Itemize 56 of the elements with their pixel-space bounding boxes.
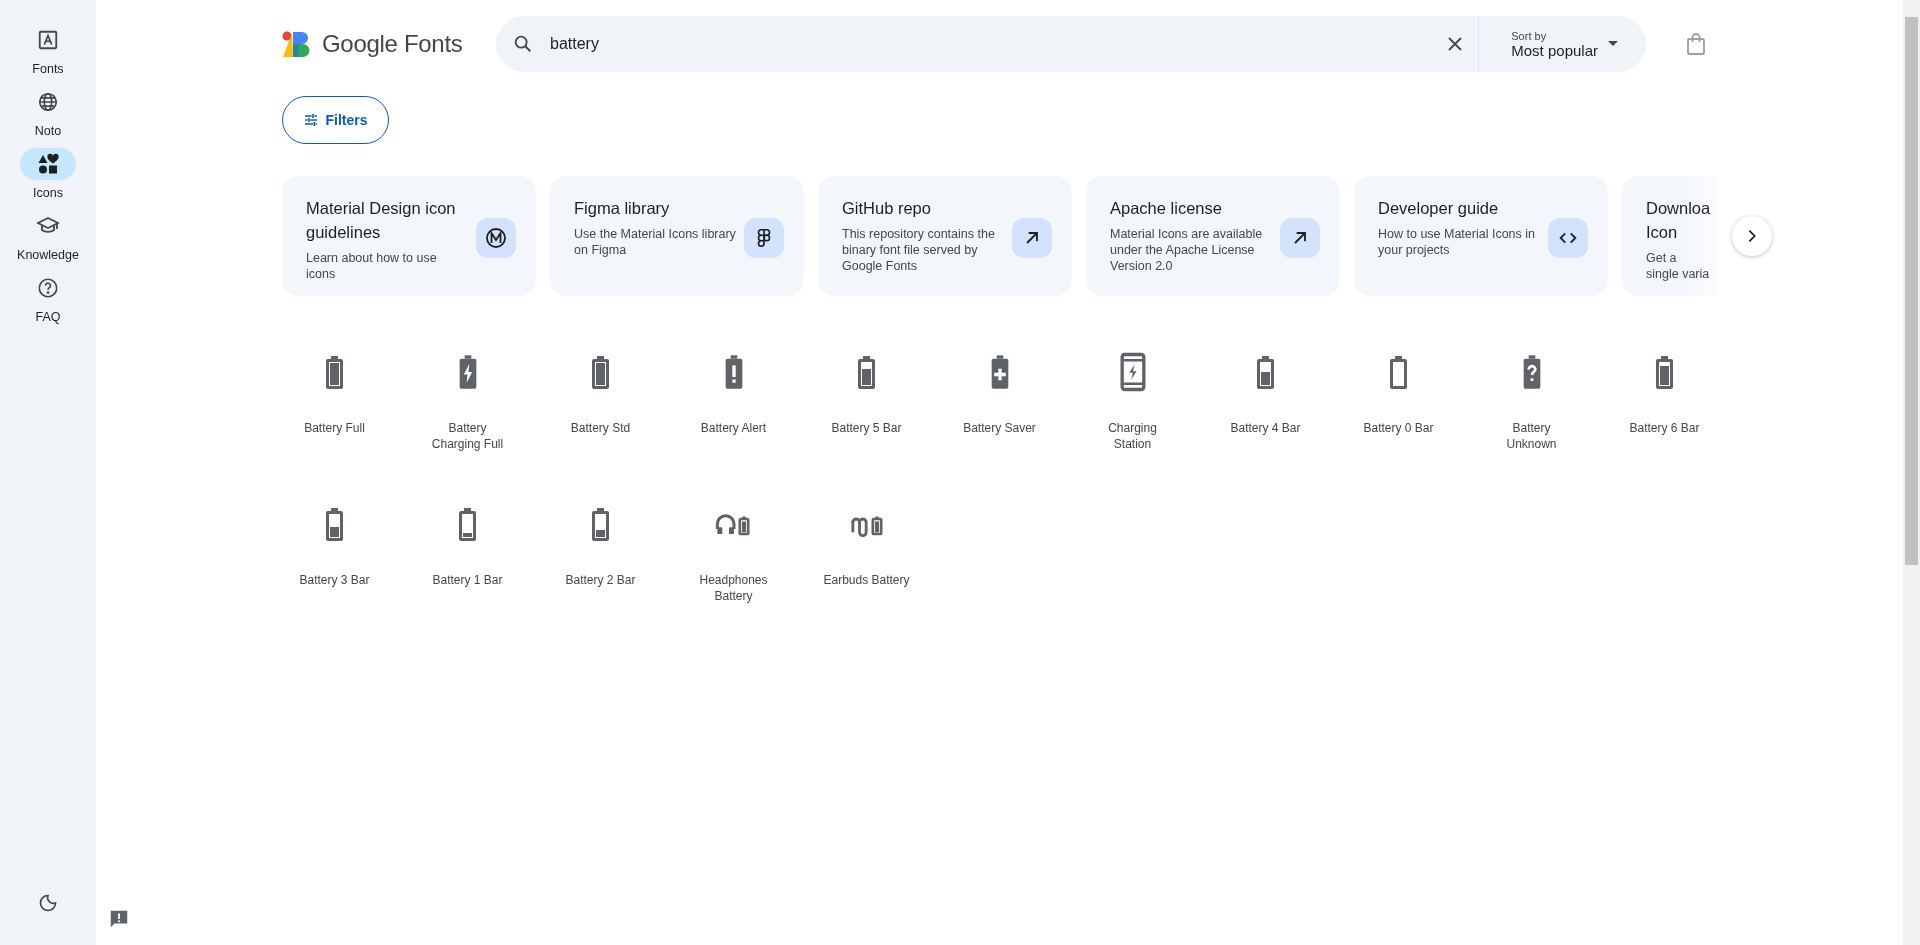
card-title: Figma library [574,198,671,219]
caret-icon [1608,41,1618,47]
icon-tile[interactable]: Battery 0 Bar [1332,352,1465,482]
card-description: Learn about how to use icons [306,250,438,282]
filters-button[interactable]: Filters [282,96,389,144]
m-circle-icon [484,226,508,250]
icon-tile[interactable]: Headphones Battery [667,504,800,634]
nav-item[interactable]: Fonts [20,24,76,76]
card-title: GitHub repo [842,198,932,219]
resource-card[interactable]: Developer guide How to use Material Icons in your projects [1354,176,1608,296]
icon-tile[interactable]: Battery Full [268,352,401,482]
shapes-icon [36,152,60,176]
search-icon [512,33,534,55]
nav-item[interactable]: Noto [20,86,76,138]
resource-card[interactable]: Downloa Icon Get a single varia [1622,176,1719,296]
nav-item[interactable]: Knowledge [17,210,79,262]
icon-tile[interactable]: Battery 3 Bar [268,504,401,634]
resource-card[interactable]: Figma library Use the Material Icons library on Figma [550,176,804,296]
card-description: Material Icons are available under the Apache License Version 2.0 [1110,226,1264,274]
icon-tile[interactable]: Battery Unknown [1465,352,1598,482]
card-description: Get a single varia [1646,250,1711,282]
card-title: Developer guide [1378,198,1500,219]
scrollbar[interactable] [1903,0,1920,945]
resource-card[interactable]: GitHub repo This repository contains the binary font file served by Google Fonts [818,176,1072,296]
moon-icon [38,893,58,913]
letter-square-icon [37,29,59,51]
icon-tile[interactable]: Battery 5 Bar [800,352,933,482]
brand-name: Google Fonts [322,30,463,58]
icon-tile[interactable]: Battery 2 Bar [534,504,667,634]
globe-icon [37,91,59,113]
icon-tile[interactable]: Battery Alert [667,352,800,482]
icon-tile[interactable]: Battery Std [534,352,667,482]
sort-dropdown[interactable]: Sort by Most popular [1479,16,1646,72]
clear-button[interactable] [1446,35,1465,53]
card-description: This repository contains the binary font file served by Google Fonts [842,226,996,274]
resource-card[interactable]: Material Design icon guidelines Learn about how to use icons [282,176,536,296]
icon-tile[interactable]: Battery 4 Bar [1199,352,1332,482]
bag-button[interactable] [1686,33,1706,55]
icon-tile[interactable]: Battery 1 Bar [401,504,534,634]
help-icon [37,277,59,299]
nav-item[interactable]: FAQ [20,272,76,324]
card-title: Material Design icon guidelines [306,198,457,243]
sliders-icon [303,112,320,128]
icon-tile[interactable]: Charging Station [1066,352,1199,482]
icon-tile[interactable]: Battery Saver [933,352,1066,482]
icon-tile[interactable]: Earbuds Battery [800,504,933,634]
search-field[interactable]: battery Sort by Most popular [496,16,1646,72]
icon-tile[interactable]: Battery Charging Full [401,352,534,482]
card-title: Downloa Icon [1646,198,1711,243]
card-description: Use the Material Icons library on Figma [574,226,736,258]
card-description: How to use Material Icons in your projects [1378,226,1536,258]
shopping-bag-icon [1686,33,1706,55]
icon-tile[interactable]: Battery 6 Bar [1598,352,1731,482]
resource-card[interactable]: Apache license Material Icons are available under the Apache License Version 2.0 [1086,176,1340,296]
close-icon [1446,35,1465,53]
card-title: Apache license [1110,198,1223,219]
